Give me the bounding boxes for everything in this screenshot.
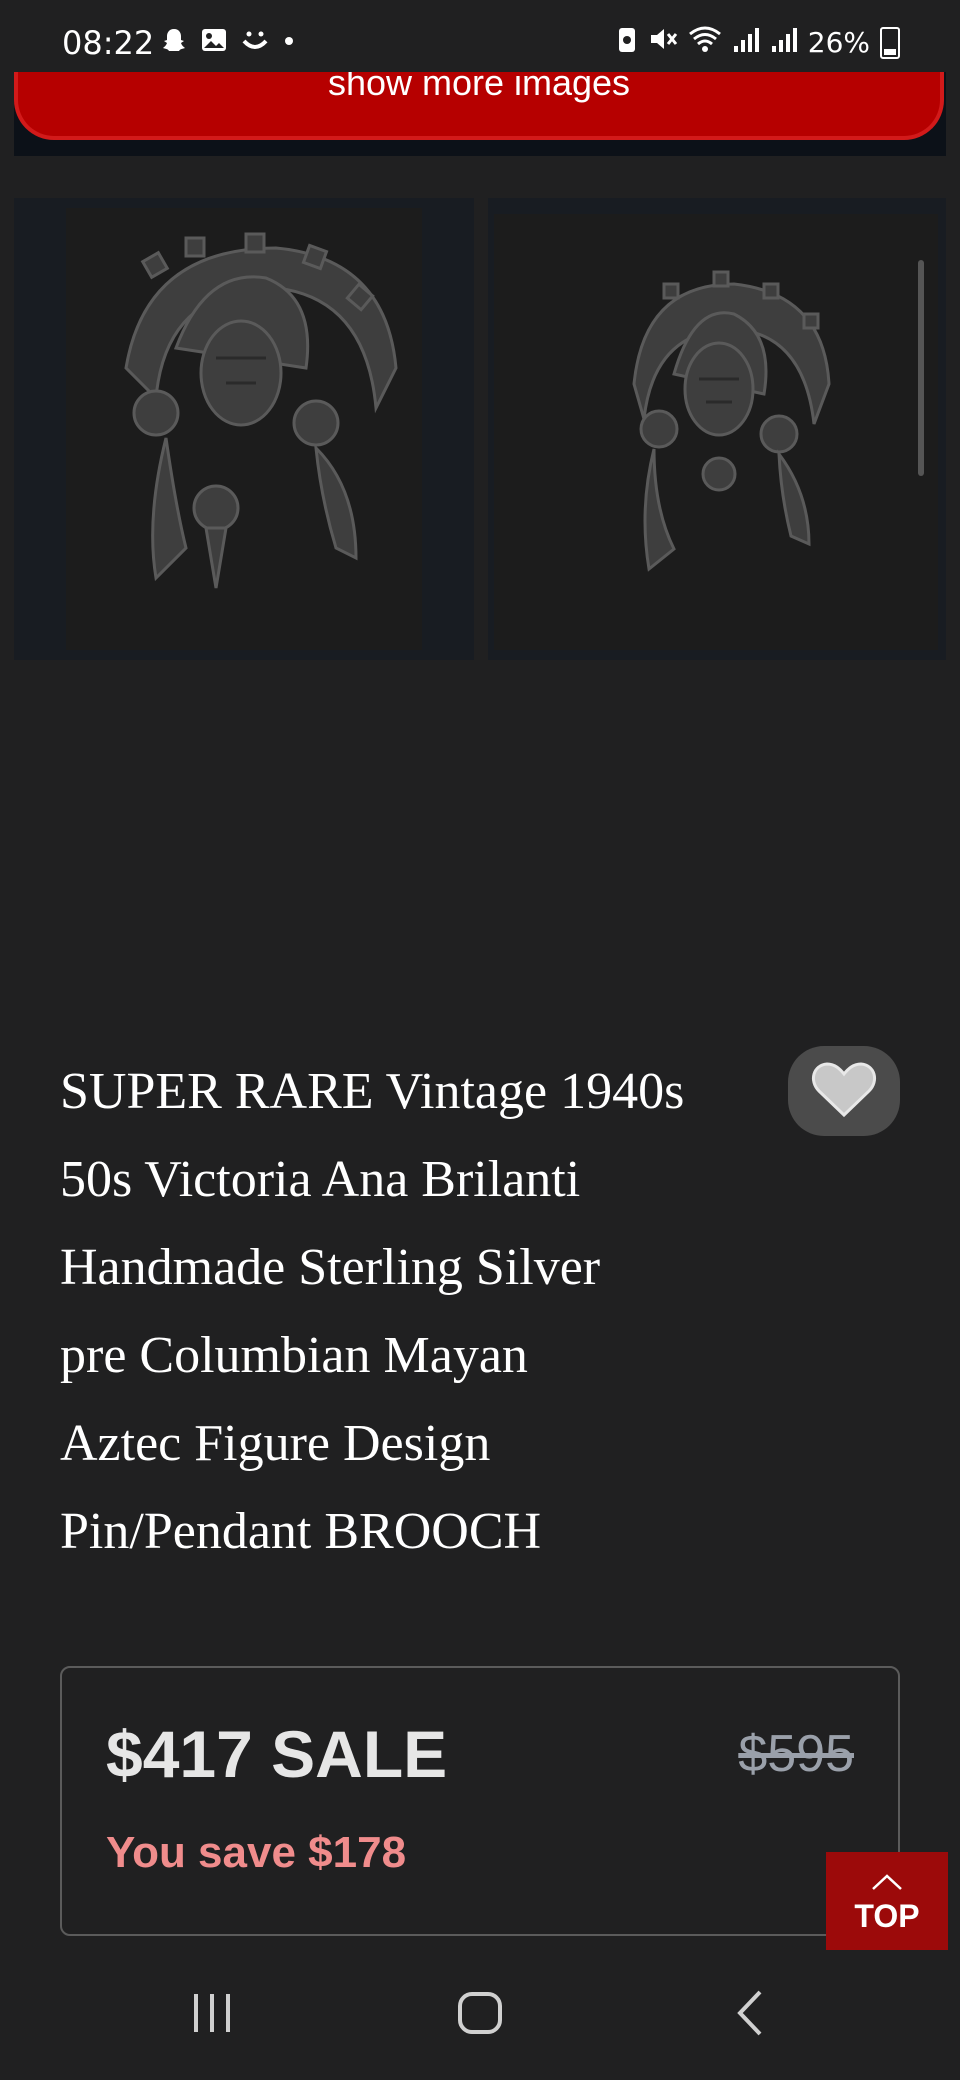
brooch-image-1 — [66, 208, 422, 650]
favorite-button[interactable] — [788, 1046, 900, 1136]
wifi-icon — [688, 24, 722, 61]
thumbnail-1[interactable] — [14, 198, 474, 660]
brooch-image-2 — [494, 214, 938, 650]
savings-text: You save $178 — [106, 1828, 407, 1877]
navigation-bar — [0, 1950, 960, 2080]
chevron-up-icon — [826, 1870, 948, 1896]
snapchat-icon — [160, 26, 188, 61]
home-icon[interactable] — [456, 1988, 504, 2043]
recents-icon[interactable] — [188, 1988, 236, 2043]
product-title-line: Pin/Pendant BROOCH — [60, 1503, 542, 1560]
heart-icon — [811, 1059, 877, 1124]
product-title: SUPER RARE Vintage 1940s 50s Victoria An… — [60, 1048, 760, 1576]
signal-icon — [770, 24, 798, 61]
product-title-line: 50s Victoria Ana Brilanti — [60, 1151, 581, 1208]
back-icon[interactable] — [730, 1988, 770, 2043]
system-icons: 26% — [616, 24, 900, 61]
price-box: $417 SALE $595 You save $178 — [60, 1666, 900, 1936]
sale-price: $417 SALE — [106, 1717, 448, 1791]
scroll-to-top-button[interactable]: TOP — [826, 1852, 948, 1952]
status-bar: 08:22 26% — [0, 0, 960, 72]
product-title-line: pre Columbian Mayan — [60, 1327, 528, 1384]
top-label: TOP — [854, 1898, 920, 1934]
product-title-line: Aztec Figure Design — [60, 1415, 491, 1472]
battery-icon — [880, 26, 900, 59]
thumbnail-2[interactable] — [488, 198, 946, 660]
gallery-icon — [200, 26, 228, 61]
dot-icon — [282, 26, 296, 61]
show-more-images-label: show more images — [327, 72, 631, 103]
status-time: 08:22 — [62, 24, 155, 62]
original-price: $595 — [738, 1725, 854, 1783]
battery-saver-icon — [616, 24, 638, 61]
signal-icon — [732, 24, 760, 61]
notification-icons — [160, 26, 296, 61]
smile-icon — [240, 26, 270, 61]
show-more-images-button[interactable]: show more images — [14, 72, 944, 140]
product-title-line: Handmade Sterling Silver — [60, 1239, 601, 1296]
product-title-line: SUPER RARE Vintage 1940s — [60, 1063, 685, 1120]
mute-icon — [648, 24, 678, 61]
scrollbar[interactable] — [918, 260, 924, 476]
battery-percent: 26% — [807, 26, 870, 59]
